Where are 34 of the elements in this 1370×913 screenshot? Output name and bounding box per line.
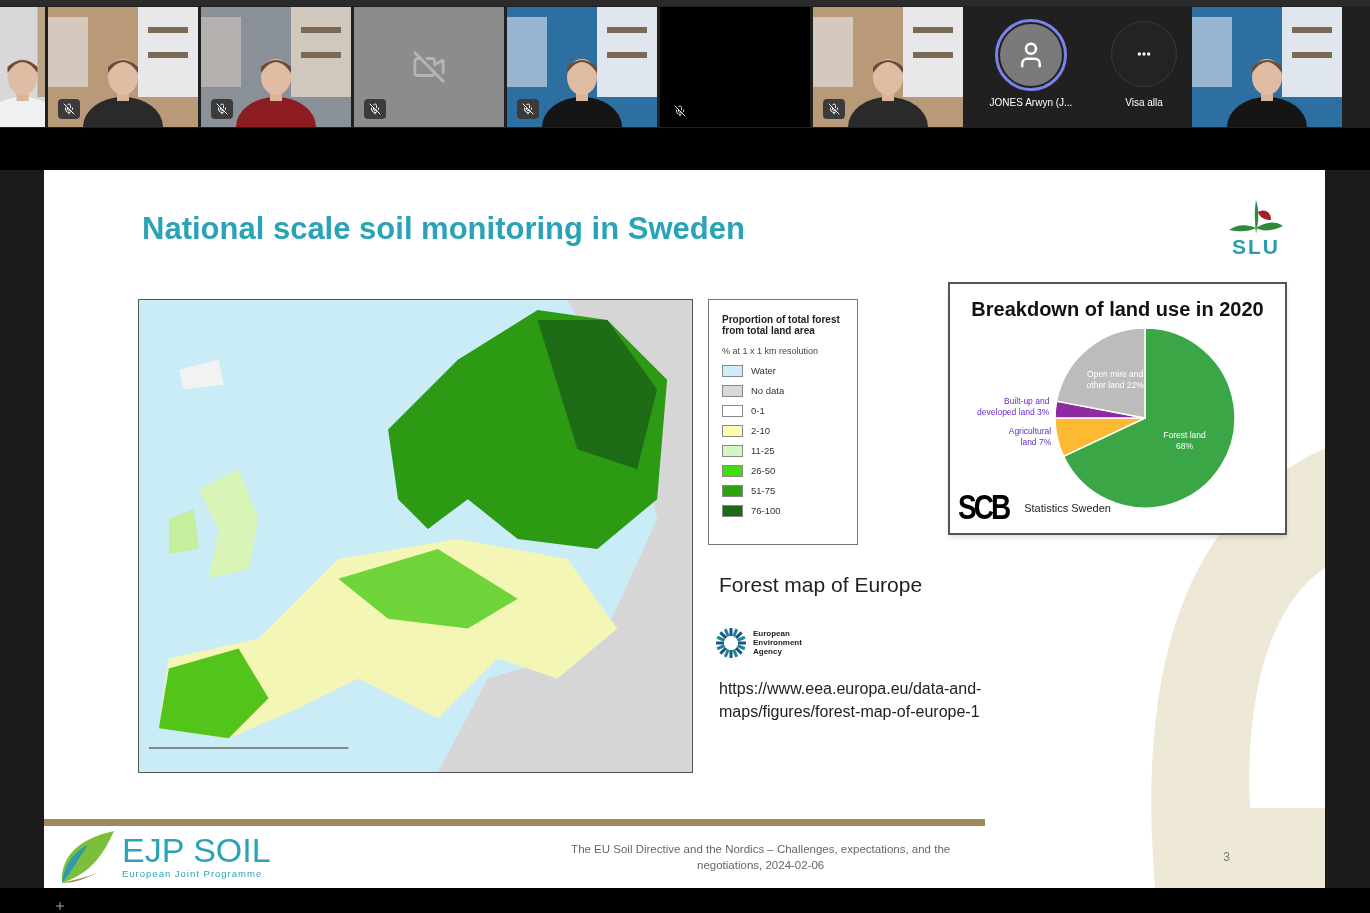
- slu-logo-text: SLU: [1232, 236, 1280, 257]
- add-icon: [54, 900, 66, 912]
- brand-name: EJP SOIL: [122, 832, 271, 867]
- camera-off-icon: [412, 50, 446, 84]
- agency-name: European Environment Agency: [753, 629, 802, 656]
- show-all-link[interactable]: Visa alla: [1125, 95, 1163, 110]
- legend-label: 51-75: [751, 484, 776, 497]
- scb-logo: SCB: [958, 490, 1009, 526]
- chart-title: Breakdown of land use in 2020: [970, 297, 1265, 322]
- slice-label: Open mire and other land 22%: [1086, 368, 1144, 390]
- source-url: https://www.eea.europa.eu/data-and- maps/figures/forest-map-of-europe-1: [719, 678, 983, 722]
- map-caption: Forest map of Europe: [719, 572, 924, 598]
- legend-label: 26-50: [751, 464, 776, 477]
- video-tile[interactable]: [354, 7, 504, 127]
- slice-label: Agricultural land 7%: [1008, 425, 1052, 447]
- page-number: 3: [1223, 849, 1230, 866]
- footer-text: The EU Soil Directive and the Nordics – Challenges, expectations, and the negotiations, 2024-02-06: [570, 842, 952, 873]
- legend-label: No data: [751, 384, 785, 397]
- slice-label: Built-up and developed land 3%: [977, 396, 1050, 418]
- legend-label: 76-100: [751, 504, 781, 517]
- slide-title: National scale soil monitoring in Sweden: [142, 210, 745, 248]
- legend-label: 11-25: [751, 444, 775, 457]
- slice-label: Forest land 68%: [1163, 430, 1206, 452]
- legend-label: Water: [751, 364, 776, 377]
- participant-name: JONES Arwyn (J...: [989, 96, 1073, 110]
- agency-logo-icon: [715, 626, 747, 659]
- avatar[interactable]: [995, 19, 1067, 91]
- chart-source: Statistics Sweden: [1024, 500, 1111, 516]
- video-tile[interactable]: [660, 7, 810, 127]
- legend-subtitle: % at 1 x 1 km resolution: [722, 345, 820, 358]
- legend-label: 2-10: [751, 424, 770, 437]
- brand-subtitle: European Joint Programme: [122, 866, 264, 881]
- legend-title: Proportion of total forest from total land area: [722, 314, 841, 336]
- legend-label: 0-1: [751, 404, 765, 417]
